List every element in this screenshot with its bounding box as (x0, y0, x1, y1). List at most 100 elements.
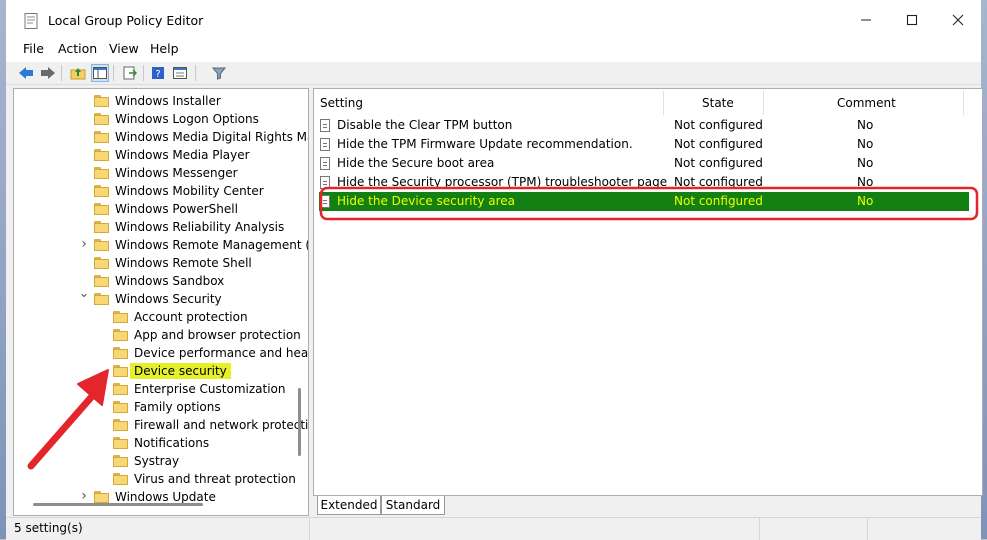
minimize-button[interactable] (843, 0, 889, 40)
folder-icon (94, 491, 109, 503)
folder-icon (94, 257, 109, 269)
tree-item[interactable]: App and browser protection (113, 326, 301, 344)
policy-state: Not configured (674, 175, 763, 189)
tree-item[interactable]: Windows Installer (94, 92, 221, 110)
policy-setting-icon (320, 157, 330, 170)
tree-horizontal-scroll-thumb[interactable] (33, 503, 203, 506)
policy-row[interactable]: Hide the Device security area Not configu… (319, 192, 969, 211)
title-bar[interactable]: Local Group Policy Editor (6, 0, 981, 40)
tree-item[interactable]: Enterprise Customization (113, 380, 286, 398)
policy-row[interactable]: Disable the Clear TPM button Not configur… (319, 116, 969, 135)
tree-item[interactable]: Windows Reliability Analysis (94, 218, 284, 236)
maximize-button[interactable] (889, 0, 935, 40)
policy-row[interactable]: Hide the Secure boot area Not configured N… (319, 154, 969, 173)
folder-icon (113, 347, 128, 359)
tree-item[interactable]: Family options (113, 398, 221, 416)
policy-row[interactable]: Hide the Security processor (TPM) troubl… (319, 173, 969, 192)
toolbar-separator (143, 65, 144, 81)
tree-item[interactable]: Virus and threat protection (113, 470, 296, 488)
tree-item[interactable]: Systray (113, 452, 179, 470)
chevron-right-icon[interactable]: › (78, 236, 90, 252)
tree-item[interactable]: Windows Media Digital Rights Ma (94, 128, 309, 146)
minimize-icon (861, 19, 871, 21)
tree-vertical-scroll-thumb[interactable] (298, 388, 301, 456)
forward-button[interactable] (39, 64, 57, 82)
properties-icon (173, 67, 187, 79)
policy-setting: Hide the Secure boot area (337, 156, 495, 170)
tree-item-label: Windows Media Digital Rights Ma (115, 130, 309, 144)
menu-help[interactable]: Help (148, 41, 181, 56)
column-divider[interactable] (663, 91, 664, 115)
chevron-right-icon[interactable]: › (78, 488, 90, 504)
column-header-setting[interactable]: Setting (320, 93, 363, 113)
tree-item[interactable]: Device performance and healt (113, 344, 308, 362)
tree-item[interactable]: Device security (113, 362, 231, 380)
tree-item[interactable]: Windows Sandbox (94, 272, 224, 290)
menu-action[interactable]: Action (56, 41, 99, 56)
folder-icon (94, 167, 109, 179)
tree-item[interactable]: Notifications (113, 434, 209, 452)
filter-button[interactable] (210, 64, 228, 82)
folder-icon (113, 437, 128, 449)
tab-standard[interactable]: Standard (381, 496, 445, 515)
export-list-button[interactable] (121, 64, 139, 82)
tree-item[interactable]: Windows Remote Shell (94, 254, 252, 272)
tree-item-label: Windows PowerShell (115, 202, 238, 216)
tree-item[interactable]: ⌄ Windows Security (79, 286, 222, 308)
toolbar: ? (6, 62, 981, 85)
tree-item-label: Windows Update (115, 490, 216, 504)
tree-item-label: Windows Media Player (115, 148, 250, 162)
column-header-comment[interactable]: Comment (837, 93, 896, 113)
window-title: Local Group Policy Editor (48, 13, 204, 28)
tree-item[interactable]: Firewall and network protectio (113, 416, 309, 434)
tree-item-label: Firewall and network protectio (134, 418, 309, 432)
tree-item[interactable]: Windows Mobility Center (94, 182, 264, 200)
console-tree[interactable]: Windows Installer Windows Logon Options Wi… (13, 88, 309, 516)
folder-icon (94, 95, 109, 107)
folder-icon (94, 221, 109, 233)
tree-item[interactable]: Windows Messenger (94, 164, 238, 182)
policy-setting-icon (320, 138, 330, 151)
tree-item-label: Windows Remote Shell (115, 256, 252, 270)
policy-setting-icon (320, 195, 330, 208)
tree-item-label: Windows Installer (115, 94, 221, 108)
tree-item[interactable]: Windows Logon Options (94, 110, 259, 128)
up-folder-button[interactable] (69, 64, 87, 82)
tree-item[interactable]: › Windows Remote Management ( (81, 236, 308, 254)
export-list-icon (123, 66, 137, 80)
column-divider[interactable] (763, 91, 764, 115)
tree-item[interactable]: Account protection (113, 308, 248, 326)
help-button[interactable]: ? (149, 64, 167, 82)
policy-setting-icon (320, 176, 330, 189)
properties-button[interactable] (171, 64, 189, 82)
policy-setting: Disable the Clear TPM button (337, 118, 513, 132)
app-window: Local Group Policy Editor File Action Vi… (0, 0, 987, 540)
status-bar-divider (309, 518, 310, 540)
status-bar-divider (867, 518, 868, 540)
policy-row[interactable]: Hide the TPM Firmware Update recommendat… (319, 135, 969, 154)
policy-state: Not configured (674, 118, 763, 132)
console-tree-icon (93, 67, 107, 79)
tab-extended[interactable]: Extended (317, 496, 381, 515)
policy-comment: No (857, 175, 874, 189)
toolbar-separator (195, 65, 196, 81)
toolbar-separator (61, 65, 62, 81)
tree-item-label: Enterprise Customization (134, 382, 286, 396)
tree-item-label: Device security (130, 363, 231, 379)
tree-item[interactable]: Windows PowerShell (94, 200, 238, 218)
menu-file[interactable]: File (21, 41, 46, 56)
tree-item-label: Family options (134, 400, 221, 414)
chevron-down-icon[interactable]: ⌄ (78, 286, 90, 301)
folder-icon (94, 275, 109, 287)
tree-item-label: Virus and threat protection (134, 472, 296, 486)
back-arrow-icon (19, 67, 33, 79)
close-button[interactable] (935, 0, 981, 40)
policy-comment: No (857, 137, 874, 151)
menu-view[interactable]: View (107, 41, 141, 56)
folder-icon (94, 293, 109, 305)
column-header-state[interactable]: State (702, 93, 734, 113)
show-hide-tree-button[interactable] (91, 64, 109, 82)
back-button[interactable] (17, 64, 35, 82)
column-divider[interactable] (963, 91, 964, 115)
tree-item[interactable]: Windows Media Player (94, 146, 250, 164)
